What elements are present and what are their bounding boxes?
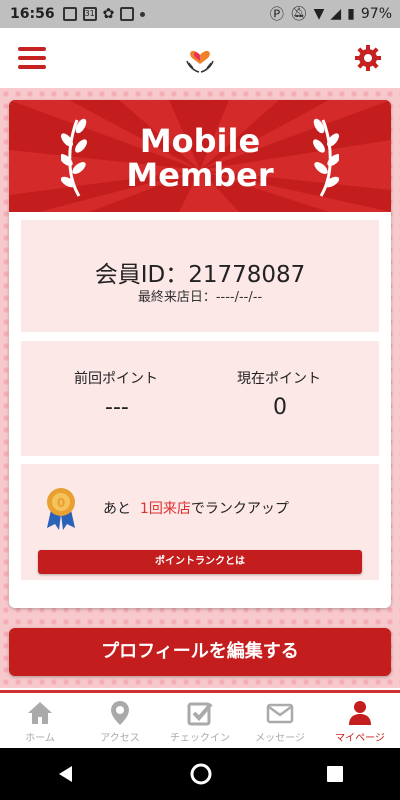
tab-home[interactable]: ホーム <box>0 693 80 748</box>
home-nav-icon[interactable] <box>189 762 213 786</box>
laurel-right-icon <box>313 118 339 197</box>
current-points-value: 0 <box>273 395 287 420</box>
visits-remaining: 1回来店 <box>139 501 191 517</box>
hands-heart-logo <box>186 50 214 73</box>
rank-panel: 0 あと 1回来店でランクアップ ポイントランクとは <box>21 464 379 580</box>
status-bar: 16:56 31 ✿ Ⓟ 🔕︎ ▼ ◢ ▮ 97% <box>0 0 400 28</box>
hamburger-icon[interactable] <box>18 47 46 69</box>
tab-mypage[interactable]: マイページ <box>320 693 400 748</box>
battery-icon: ▮ <box>347 6 355 22</box>
svg-text:0: 0 <box>57 496 65 510</box>
calendar-icon: 31 <box>82 7 97 21</box>
tab-checkin[interactable]: チェックイン <box>160 693 240 748</box>
battery-level: 97% <box>360 6 392 22</box>
current-points-label: 現在ポイント <box>237 371 321 387</box>
member-id: 会員ID：21778087 <box>94 262 306 288</box>
medal-icon: 0 <box>47 488 75 530</box>
previous-points-label: 前回ポイント <box>74 371 158 387</box>
edit-profile-button[interactable]: プロフィールを編集する <box>9 628 391 676</box>
rank-up-message: あと 1回来店でランクアップ <box>103 501 289 517</box>
tab-access[interactable]: アクセス <box>80 693 160 748</box>
settings-notification-icon: ✿ <box>102 6 115 22</box>
mail-icon <box>266 703 294 724</box>
home-icon <box>28 702 52 724</box>
member-id-panel: 会員ID：21778087 最終来店日：----/--/-- <box>21 220 379 332</box>
shop-notification-icon <box>120 7 135 21</box>
tab-message[interactable]: メッセージ <box>240 693 320 748</box>
last-visit-date: 最終来店日：----/--/-- <box>137 290 263 305</box>
status-time: 16:56 <box>10 6 55 22</box>
gear-icon[interactable] <box>354 44 382 72</box>
member-banner: Mobile Member <box>9 100 391 212</box>
user-icon <box>349 701 371 725</box>
checkbox-icon <box>187 702 213 726</box>
nfc-icon: Ⓟ <box>269 7 284 23</box>
more-notifications-icon <box>140 11 146 17</box>
points-panel: 前回ポイント --- 現在ポイント 0 <box>21 341 379 456</box>
member-card: Mobile Member 会員ID：21778087 最終来店日：----/-… <box>9 100 391 608</box>
mute-icon: 🔕︎ <box>289 6 308 22</box>
back-icon[interactable] <box>56 764 76 784</box>
recents-icon[interactable] <box>326 765 344 783</box>
image-notification-icon <box>62 7 77 21</box>
point-rank-info-button[interactable]: ポイントランクとは <box>38 550 362 574</box>
system-nav-bar <box>0 748 400 800</box>
signal-icon: ◢ <box>330 6 342 22</box>
wifi-icon: ▼ <box>313 6 325 22</box>
app-bar <box>0 28 400 88</box>
bottom-tab-bar: ホーム アクセス チェックイン メッセージ マイページ <box>0 693 400 748</box>
map-pin-icon <box>111 701 129 725</box>
previous-points-value: --- <box>105 395 129 420</box>
